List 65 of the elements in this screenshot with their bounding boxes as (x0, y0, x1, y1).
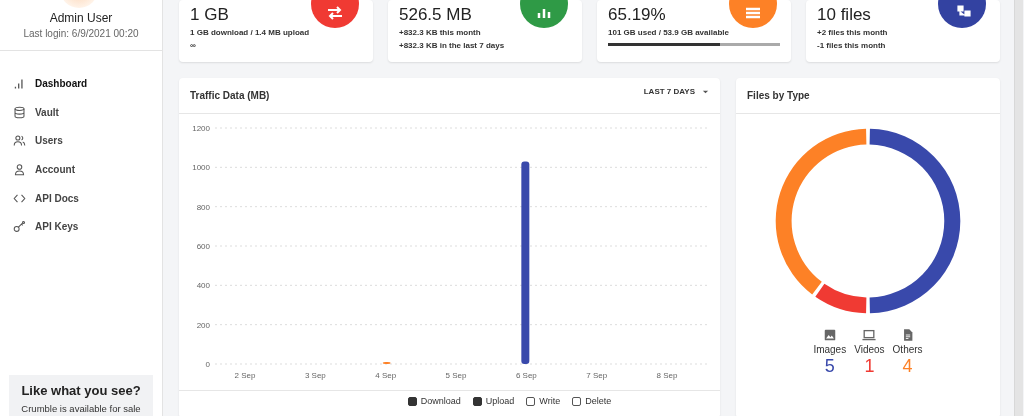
x-tick-label: 2 Sep (234, 371, 256, 380)
y-tick-label: 0 (205, 360, 210, 369)
stat-detail: +832.3 KB in the last 7 days (399, 41, 506, 50)
x-tick-label: 5 Sep (445, 371, 467, 380)
legend-label: Write (539, 396, 561, 406)
nav-item[interactable]: Vault (0, 97, 162, 127)
database-icon (13, 105, 26, 119)
stat-detail: -1 files this month (817, 41, 887, 50)
card-title: Files by Type (747, 90, 810, 101)
x-tick-label: 4 Sep (375, 371, 397, 380)
legend-label: Videos (854, 344, 885, 355)
legend-label: Upload (485, 396, 515, 406)
file-count: 1 (864, 356, 875, 377)
x-tick-label: 3 Sep (304, 371, 326, 380)
promo-title: Like what you see? (21, 383, 141, 398)
file-count: 5 (824, 356, 835, 377)
stat-detail: 101 GB used / 53.9 GB available (608, 28, 730, 37)
legend-toggle[interactable]: Download (407, 396, 461, 406)
user-name: Admin User (49, 11, 113, 25)
legend-toggle[interactable]: Delete (572, 396, 612, 406)
legend-label: Delete (585, 396, 612, 406)
stat-detail: 1 GB download / 1.4 MB upload (190, 28, 311, 37)
stat-detail: +2 files this month (817, 28, 889, 37)
y-tick-label: 800 (196, 202, 210, 212)
stat-value: 65.19% (608, 6, 667, 24)
legend-label: Others (892, 344, 923, 355)
stat-detail: +832.3 KB this month (399, 28, 482, 37)
checkbox[interactable] (407, 396, 417, 406)
signal-bars-icon (13, 76, 26, 90)
range-dropdown[interactable]: LAST 7 DAYS (643, 87, 709, 96)
legend-toggle[interactable]: Upload (472, 396, 515, 406)
stat-detail: ∞ (190, 41, 197, 50)
card-title: Traffic Data (MB) (190, 90, 270, 101)
last-login: Last login: 6/9/2021 00:20 (23, 28, 139, 39)
legend-label: Images (813, 344, 847, 355)
x-tick-label: 7 Sep (586, 371, 608, 380)
y-tick-label: 1000 (192, 163, 210, 173)
stat-value: 1 GB (190, 6, 230, 24)
nav-item[interactable]: Dashboard (0, 69, 162, 98)
laptop-icon (862, 328, 877, 342)
caret-icon (702, 89, 709, 94)
legend-toggle[interactable]: Write (526, 396, 561, 406)
stat-value: 526.5 MB (399, 6, 473, 24)
checkbox[interactable] (472, 396, 482, 406)
y-tick-label: 400 (196, 281, 210, 291)
x-tick-label: 8 Sep (656, 371, 678, 380)
scrollbar[interactable] (1014, 0, 1023, 416)
nav-item[interactable]: API Docs (0, 183, 162, 213)
key-icon (13, 220, 26, 234)
promo-text: Crumble is available for sale (21, 403, 141, 414)
file-count: 4 (902, 356, 913, 377)
legend-label: Download (420, 396, 461, 406)
stat-value: 10 files (817, 6, 872, 24)
y-tick-label: 200 (196, 320, 210, 330)
nav-item[interactable]: API Keys (0, 212, 162, 242)
users-icon (13, 134, 26, 148)
x-tick-label: 6 Sep (515, 371, 537, 380)
nav-item[interactable]: Users (0, 126, 162, 156)
y-tick-label: 600 (196, 242, 210, 251)
checkbox[interactable] (572, 396, 582, 406)
image-icon (822, 328, 837, 342)
checkbox[interactable] (526, 396, 536, 406)
person-icon (13, 162, 26, 176)
nav-item[interactable]: Account (0, 155, 162, 184)
y-tick-label: 1200 (192, 124, 210, 133)
